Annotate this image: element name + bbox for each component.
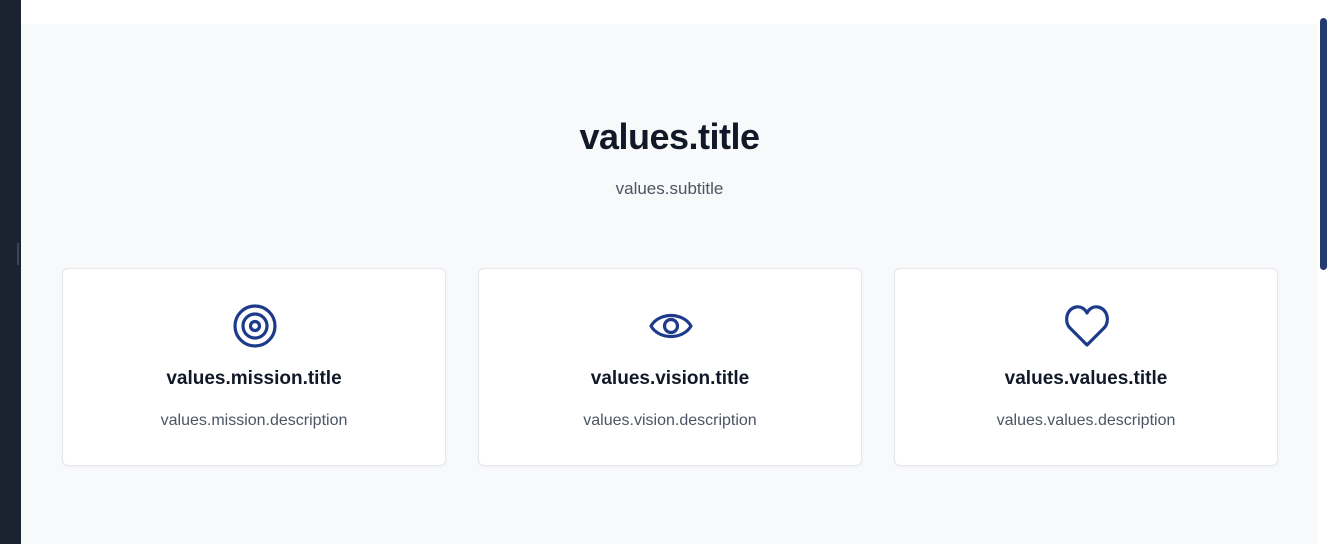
values-card-description: values.values.description bbox=[996, 412, 1176, 429]
page-viewport: values.title values.subtitle values.miss… bbox=[21, 0, 1318, 544]
vision-card-title: values.vision.title bbox=[590, 368, 750, 389]
section-title: values.title bbox=[579, 116, 760, 157]
mission-card: values.mission.title values.mission.desc… bbox=[62, 268, 446, 466]
values-card: values.values.title values.values.descri… bbox=[894, 268, 1278, 466]
mission-card-description: values.mission.description bbox=[160, 412, 348, 429]
header-bar bbox=[21, 0, 1318, 24]
scrollbar-thumb[interactable] bbox=[1320, 18, 1327, 270]
resize-handle[interactable] bbox=[17, 243, 19, 265]
window-left-edge bbox=[0, 0, 21, 544]
section-subtitle: values.subtitle bbox=[615, 179, 724, 198]
mission-card-title: values.mission.title bbox=[166, 368, 342, 389]
eye-icon bbox=[648, 303, 694, 349]
vision-card: values.vision.title values.vision.descri… bbox=[478, 268, 862, 466]
heart-icon bbox=[1064, 303, 1110, 349]
vision-card-description: values.vision.description bbox=[583, 412, 757, 429]
values-card-title: values.values.title bbox=[1004, 368, 1168, 389]
target-icon bbox=[232, 303, 278, 349]
